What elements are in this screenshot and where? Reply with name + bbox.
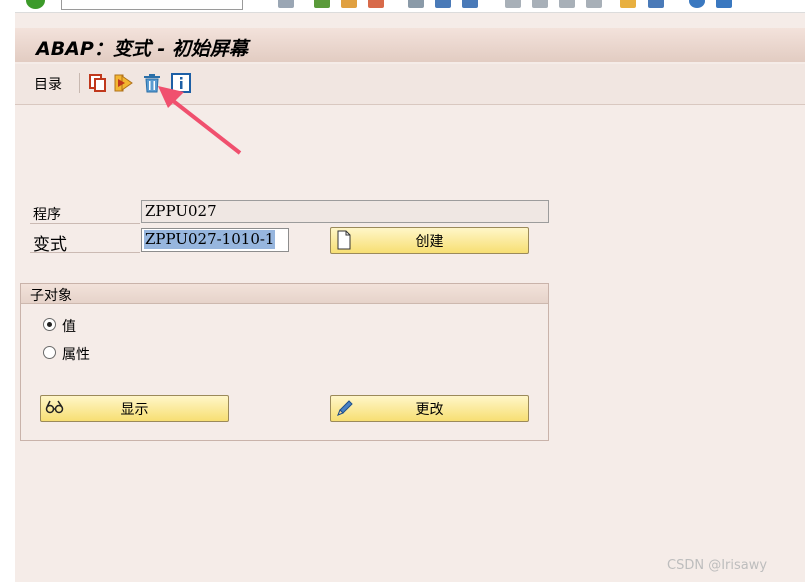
print-icon[interactable]: [408, 0, 424, 8]
create-button-label: 创建: [415, 234, 444, 250]
change-button-label: 更改: [415, 402, 444, 418]
copy-icon[interactable]: [88, 73, 108, 93]
program-label-underline: [30, 223, 140, 224]
annotation-arrow: [158, 86, 242, 155]
change-button[interactable]: 更改: [330, 395, 529, 422]
first-page-icon[interactable]: [505, 0, 521, 8]
directory-button[interactable]: 目录: [34, 74, 62, 94]
radio-attributes[interactable]: [43, 346, 56, 359]
display-button-label: 显示: [120, 402, 149, 418]
variant-input-value: ZPPU027-1010-1: [144, 230, 276, 249]
save-icon[interactable]: [278, 0, 294, 8]
variant-input[interactable]: ZPPU027-1010-1: [141, 228, 289, 252]
window-left-border: [0, 12, 15, 582]
radio-values-label: 值: [62, 319, 76, 335]
last-page-icon[interactable]: [586, 0, 602, 8]
next-page-icon[interactable]: [559, 0, 575, 8]
execute-icon[interactable]: [114, 73, 134, 93]
display-button[interactable]: 显示: [40, 395, 229, 422]
help-icon[interactable]: [689, 0, 705, 8]
enter-icon[interactable]: [26, 0, 45, 9]
find-next-icon[interactable]: [462, 0, 478, 8]
shortcut-icon[interactable]: [648, 0, 664, 8]
subobjects-title: 子对象: [30, 288, 72, 304]
layout-icon[interactable]: [716, 0, 732, 8]
radio-values[interactable]: [43, 318, 56, 331]
radio-attributes-label: 属性: [62, 347, 90, 363]
new-session-icon[interactable]: [620, 0, 636, 8]
system-toolbar: [0, 0, 805, 13]
create-button[interactable]: 创建: [330, 227, 529, 254]
watermark: CSDN @Irisawy: [667, 558, 768, 573]
previous-page-icon[interactable]: [532, 0, 548, 8]
program-field: ZPPU027: [141, 200, 549, 223]
subobjects-group-header: [21, 284, 548, 304]
back-icon[interactable]: [314, 0, 330, 8]
toolbar-separator: [79, 73, 80, 93]
find-icon[interactable]: [435, 0, 451, 8]
cancel-icon[interactable]: [368, 0, 384, 8]
program-label: 程序: [33, 207, 61, 223]
page-title: ABAP：变式 - 初始屏幕: [36, 38, 248, 60]
command-field[interactable]: [61, 0, 243, 10]
variant-label-underline: [30, 252, 140, 253]
exit-icon[interactable]: [341, 0, 357, 8]
